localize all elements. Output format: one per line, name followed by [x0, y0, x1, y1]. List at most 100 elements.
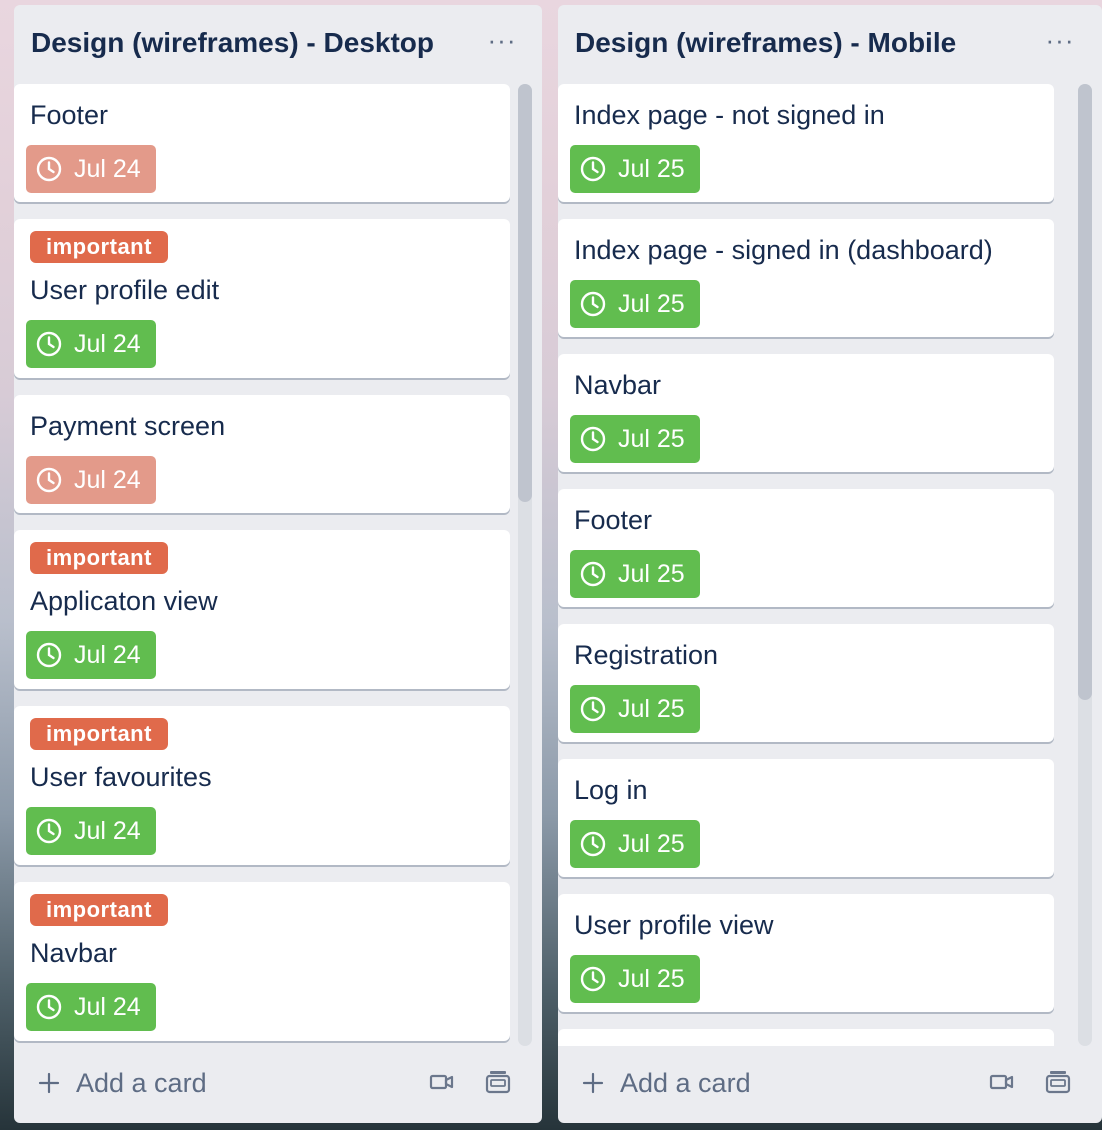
- card-title: Navbar: [574, 370, 662, 400]
- label-important[interactable]: important: [30, 542, 168, 574]
- due-date-badge[interactable]: Jul 24: [26, 320, 156, 368]
- video-camera-icon: [429, 1074, 454, 1090]
- video-camera-button[interactable]: [428, 1069, 456, 1095]
- due-date-text: Jul 25: [618, 965, 685, 993]
- due-date-badge[interactable]: Jul 25: [570, 415, 700, 463]
- due-date-text: Jul 24: [74, 641, 141, 669]
- card[interactable]: Log in Jul 25: [558, 759, 1054, 877]
- scrollbar-track[interactable]: [518, 84, 532, 1046]
- clock-icon: [36, 467, 62, 493]
- label-important[interactable]: important: [30, 718, 168, 750]
- card[interactable]: important Applicaton view Jul 24: [14, 530, 510, 689]
- card-title: Applicaton view: [30, 586, 218, 616]
- card[interactable]: Navbar Jul 25: [558, 354, 1054, 472]
- list-title[interactable]: Design (wireframes) - Desktop: [31, 27, 434, 59]
- card[interactable]: important User favourites Jul 24: [14, 706, 510, 865]
- due-date-badge[interactable]: Jul 24: [26, 983, 156, 1031]
- due-date-badge[interactable]: Jul 25: [570, 145, 700, 193]
- scrollbar-thumb[interactable]: [1078, 84, 1092, 700]
- card-title: Footer: [30, 100, 109, 130]
- clock-icon: [36, 818, 62, 844]
- card-title: User profile view: [574, 910, 774, 940]
- scrollbar-track[interactable]: [1078, 84, 1092, 1046]
- card[interactable]: important User profile edit Jul 24: [14, 219, 510, 378]
- card-title: User favourites: [30, 762, 212, 792]
- plus-icon: [582, 1072, 604, 1094]
- list-menu-button[interactable]: ···: [1040, 27, 1080, 59]
- plus-icon: [38, 1072, 60, 1094]
- add-card-label: Add a card: [76, 1068, 207, 1098]
- due-date-text: Jul 25: [618, 560, 685, 588]
- clock-icon: [580, 561, 606, 587]
- list-footer: Add a card: [14, 1057, 542, 1109]
- list-header[interactable]: Design (wireframes) - Desktop ···: [14, 5, 542, 85]
- clock-icon: [580, 426, 606, 452]
- due-date-text: Jul 24: [74, 155, 141, 183]
- card-template-button[interactable]: [484, 1069, 512, 1095]
- card[interactable]: Index page - not signed in Jul 25: [558, 84, 1054, 202]
- list-footer: Add a card: [558, 1057, 1102, 1109]
- due-date-text: Jul 25: [618, 425, 685, 453]
- due-date-badge[interactable]: Jul 25: [570, 280, 700, 328]
- add-card-button[interactable]: Add a card: [34, 1063, 215, 1103]
- card-title: Registration: [574, 640, 719, 670]
- label-important[interactable]: important: [30, 894, 168, 926]
- card-title: User profile edit: [30, 275, 220, 305]
- due-date-text: Jul 24: [74, 817, 141, 845]
- card-template-icon: [485, 1071, 511, 1094]
- clock-icon: [580, 291, 606, 317]
- due-date-badge[interactable]: Jul 24: [26, 145, 156, 193]
- card-title: Log in: [574, 775, 648, 805]
- due-date-text: Jul 25: [618, 830, 685, 858]
- add-card-button[interactable]: Add a card: [578, 1063, 759, 1103]
- ellipsis-icon: ···: [1045, 25, 1075, 55]
- card[interactable]: Index page - signed in (dashboard) Jul 25: [558, 219, 1054, 337]
- clock-icon: [36, 331, 62, 357]
- list-menu-button[interactable]: ···: [482, 27, 522, 59]
- due-date-text: Jul 25: [618, 290, 685, 318]
- card[interactable]: User profile view Jul 25: [558, 894, 1054, 1012]
- due-date-text: Jul 24: [74, 330, 141, 358]
- video-camera-icon: [989, 1074, 1014, 1090]
- clock-icon: [36, 642, 62, 668]
- due-date-badge[interactable]: Jul 25: [570, 685, 700, 733]
- clock-icon: [36, 156, 62, 182]
- list-mobile: Design (wireframes) - Mobile ··· Index p…: [558, 5, 1102, 1123]
- clock-icon: [580, 156, 606, 182]
- list-header[interactable]: Design (wireframes) - Mobile ···: [558, 5, 1102, 85]
- due-date-text: Jul 24: [74, 993, 141, 1021]
- due-date-badge[interactable]: Jul 25: [570, 820, 700, 868]
- card-title: Navbar: [30, 938, 118, 968]
- clock-icon: [580, 966, 606, 992]
- card-title: Payment screen: [30, 411, 226, 441]
- clock-icon: [580, 831, 606, 857]
- due-date-badge[interactable]: Jul 25: [570, 550, 700, 598]
- due-date-text: Jul 25: [618, 695, 685, 723]
- clock-icon: [580, 696, 606, 722]
- list-title[interactable]: Design (wireframes) - Mobile: [575, 27, 956, 59]
- card[interactable]: Payment screen Jul 24: [14, 395, 510, 513]
- card-container: Footer Jul 24 important User profile edit Ju…: [14, 84, 510, 1046]
- due-date-badge[interactable]: Jul 24: [26, 807, 156, 855]
- add-card-label: Add a card: [620, 1068, 751, 1098]
- due-date-badge[interactable]: Jul 24: [26, 456, 156, 504]
- card-title: Index page - signed in (dashboard): [574, 235, 993, 265]
- card-template-icon: [1045, 1071, 1071, 1094]
- card[interactable]: Footer Jul 25: [558, 489, 1054, 607]
- card[interactable]: Registration Jul 25: [558, 624, 1054, 742]
- label-important[interactable]: important: [30, 231, 168, 263]
- ellipsis-icon: ···: [487, 25, 517, 55]
- list-desktop: Design (wireframes) - Desktop ··· Footer…: [14, 5, 542, 1123]
- card-template-button[interactable]: [1044, 1069, 1072, 1095]
- video-camera-button[interactable]: [988, 1069, 1016, 1095]
- due-date-text: Jul 25: [618, 155, 685, 183]
- card[interactable]: important Navbar Jul 24: [14, 882, 510, 1041]
- card-title: Footer: [574, 505, 653, 535]
- due-date-badge[interactable]: Jul 24: [26, 631, 156, 679]
- card-title: Index page - not signed in: [574, 100, 885, 130]
- clock-icon: [36, 994, 62, 1020]
- due-date-badge[interactable]: Jul 25: [570, 955, 700, 1003]
- card[interactable]: [558, 1029, 1054, 1046]
- card[interactable]: Footer Jul 24: [14, 84, 510, 202]
- scrollbar-thumb[interactable]: [518, 84, 532, 502]
